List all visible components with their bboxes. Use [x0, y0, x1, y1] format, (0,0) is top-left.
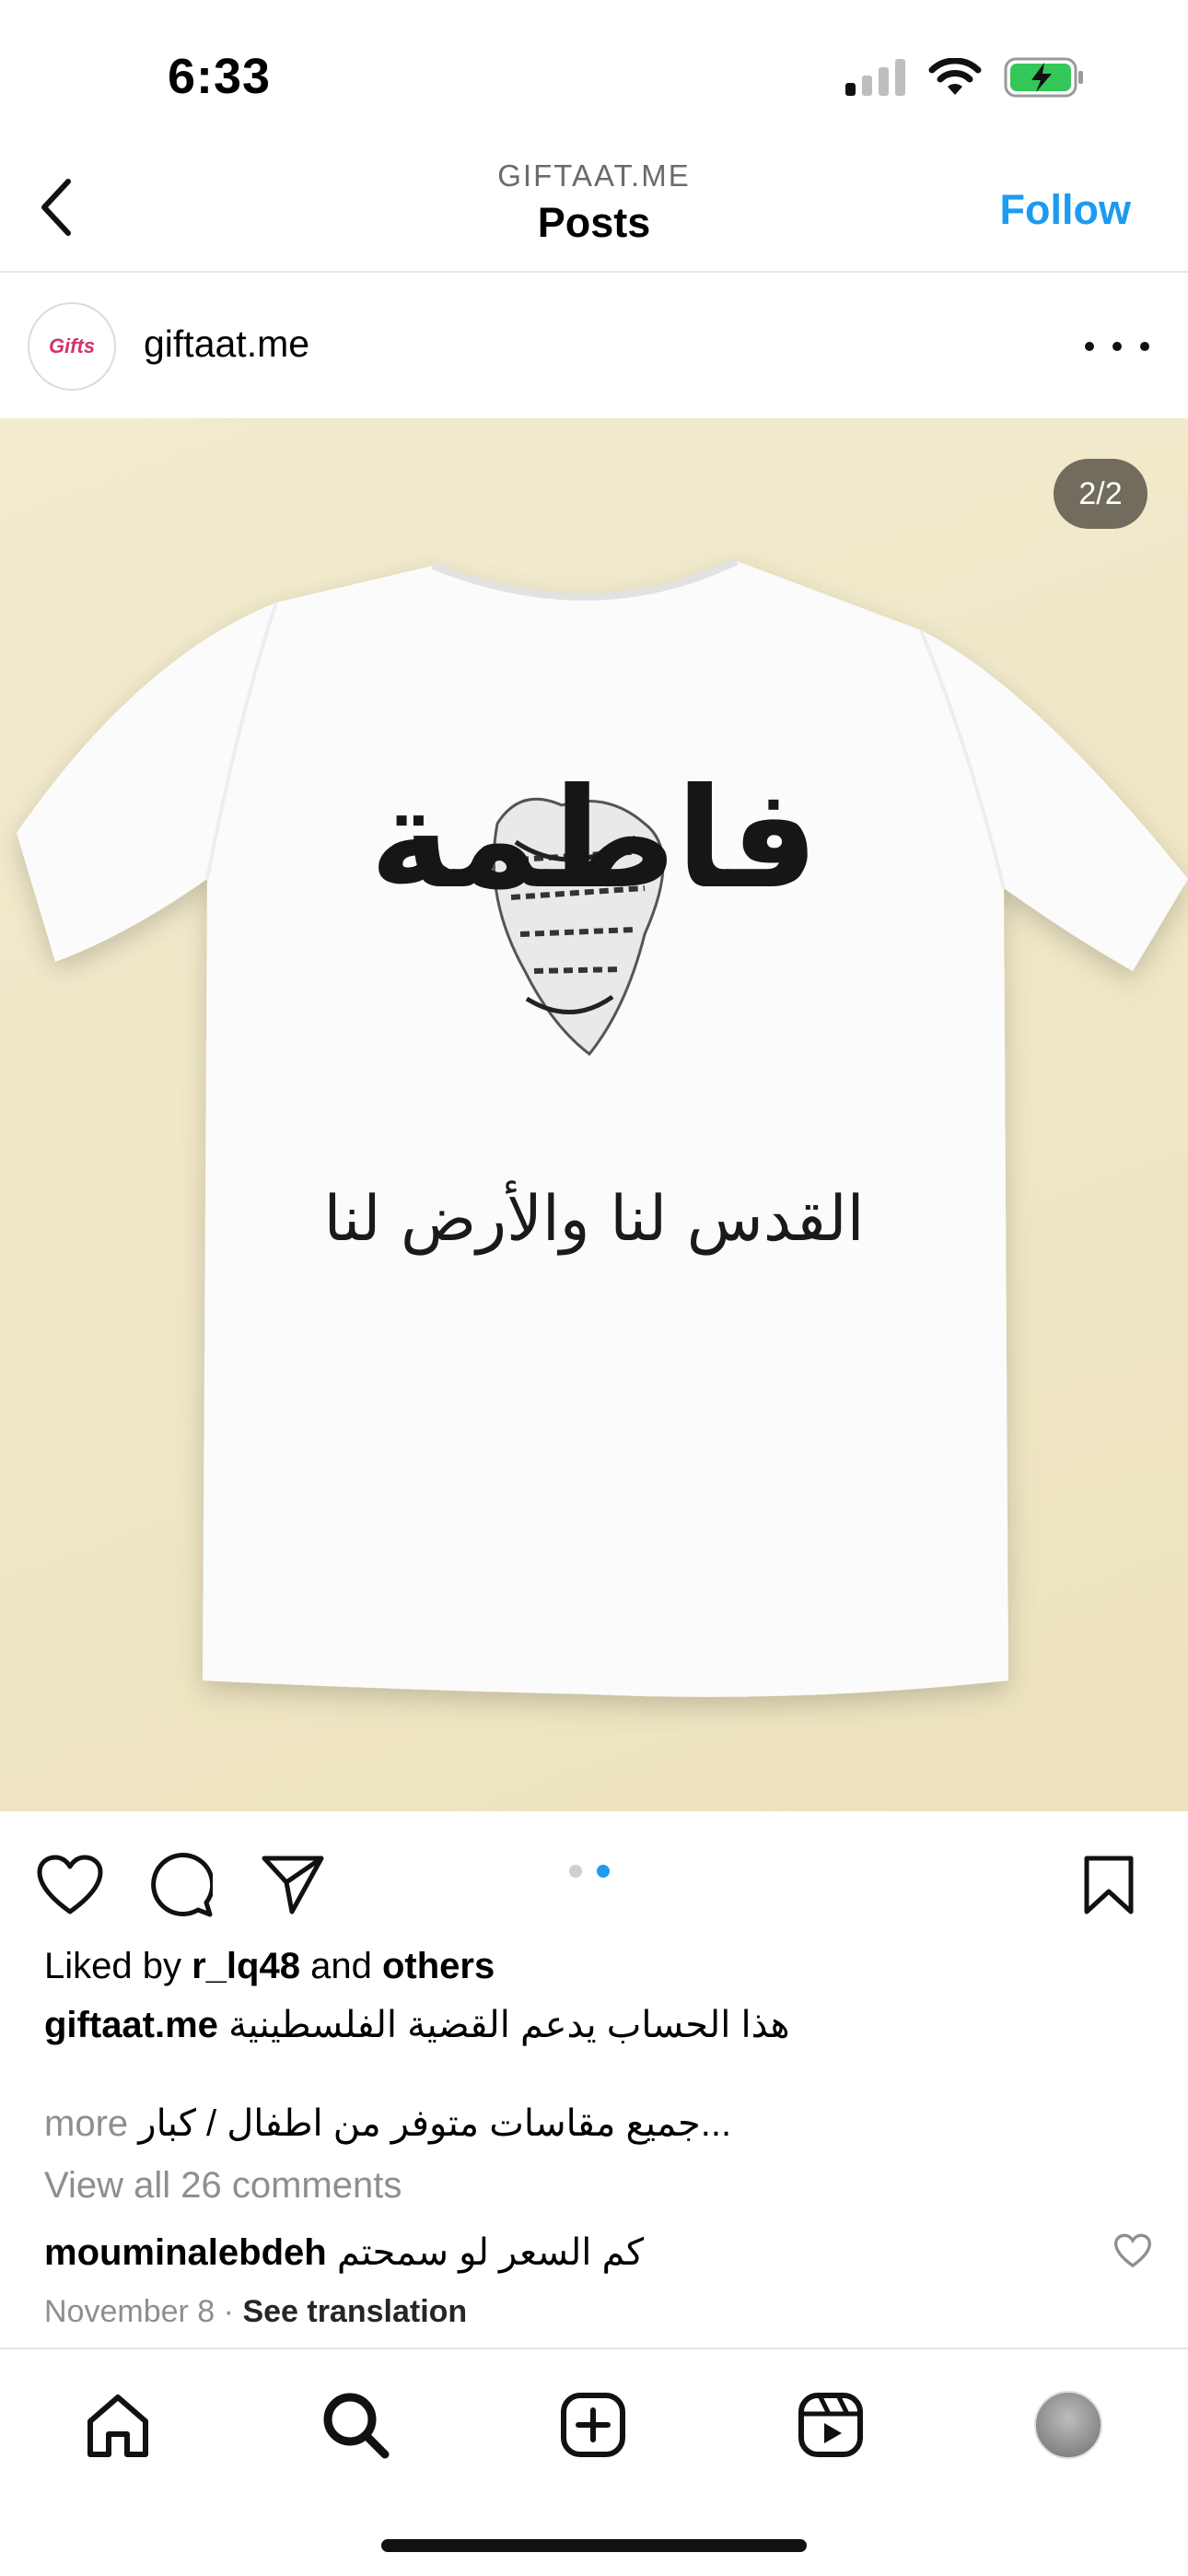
tab-search[interactable]: [317, 2386, 394, 2464]
tab-create[interactable]: [554, 2386, 632, 2464]
bookmark-icon: [1084, 1856, 1134, 1914]
comment-icon: [151, 1853, 213, 1917]
shirt-print-name: فاطمة: [369, 759, 819, 919]
battery-charging-icon: [1004, 57, 1083, 98]
meta-separator: ·: [223, 2294, 234, 2329]
tshirt-illustration: [17, 557, 1188, 1697]
caption-username[interactable]: giftaat.me: [44, 2005, 218, 2045]
send-icon: [262, 1856, 324, 1914]
post-date: November 8: [44, 2294, 215, 2329]
status-bar: 6:33: [0, 0, 1188, 138]
tab-reels[interactable]: [792, 2386, 869, 2464]
carousel-page-badge: 2/2: [1054, 459, 1147, 529]
post-meta: November 8 · See translation: [44, 2294, 467, 2330]
create-post-icon: [561, 2393, 625, 2457]
tab-home[interactable]: [79, 2386, 157, 2464]
comment-button[interactable]: [146, 1850, 215, 1920]
status-time: 6:33: [168, 49, 272, 104]
share-button[interactable]: [258, 1850, 328, 1920]
liked-by-line: Liked by r_lq48 and others: [44, 1946, 495, 1987]
home-indicator: [381, 2539, 807, 2552]
more-dot: [1112, 342, 1122, 351]
avatar-logo-text: Gifts: [48, 334, 96, 357]
caption-more-text: جميع مقاسات متوفر من اطفال / كبار...: [138, 2103, 732, 2144]
liked-and: and: [310, 1946, 372, 1986]
search-icon: [323, 2393, 390, 2459]
more-dot: [1085, 342, 1094, 351]
carousel-dot-active: [597, 1865, 610, 1878]
comment-like-button[interactable]: [1113, 2233, 1152, 2270]
caption-text: هذا الحساب يدعم القضية الفلسطينية: [228, 2005, 790, 2045]
navigation-header: GIFTAAT.ME Posts Follow: [0, 138, 1188, 273]
view-all-comments-link[interactable]: View all 26 comments: [44, 2165, 402, 2207]
liked-others[interactable]: others: [382, 1946, 495, 1986]
follow-button[interactable]: Follow: [1000, 186, 1131, 234]
tab-profile[interactable]: [1030, 2386, 1107, 2464]
liked-user[interactable]: r_lq48: [192, 1946, 300, 1986]
see-translation-link[interactable]: See translation: [242, 2294, 467, 2329]
post-image[interactable]: فاطمة القدس لنا والأرض لنا 2/2: [0, 418, 1188, 1811]
more-dot: [1140, 342, 1149, 351]
carousel-indicator: [569, 1865, 610, 1878]
like-button[interactable]: [35, 1850, 105, 1920]
home-icon: [87, 2395, 148, 2457]
profile-avatar: [1034, 2391, 1102, 2459]
reels-icon: [798, 2393, 863, 2457]
avatar[interactable]: Gifts: [28, 302, 116, 391]
more-link[interactable]: more: [44, 2103, 128, 2144]
liked-prefix: Liked by: [44, 1946, 181, 1986]
comment-row: mouminalebdeh كم السعر لو سمحتم: [44, 2231, 644, 2274]
carousel-dot: [569, 1865, 582, 1878]
more-options-button[interactable]: [1085, 328, 1149, 365]
caption-continuation: more جميع مقاسات متوفر من اطفال / كبار..…: [44, 2102, 731, 2145]
post-username[interactable]: giftaat.me: [144, 322, 309, 366]
status-icons: [845, 57, 1085, 98]
heart-icon: [37, 1855, 103, 1914]
save-button[interactable]: [1074, 1850, 1144, 1920]
comment-text: كم السعر لو سمحتم: [336, 2232, 645, 2273]
post-actions: [0, 1811, 1188, 1950]
heart-icon: [1113, 2233, 1152, 2268]
caption: giftaat.me هذا الحساب يدعم القضية الفلسط…: [44, 2004, 790, 2046]
post-header: Gifts giftaat.me: [0, 275, 1188, 418]
comment-username[interactable]: mouminalebdeh: [44, 2232, 327, 2273]
shirt-print-slogan: القدس لنا والأرض لنا: [323, 1183, 865, 1256]
cellular-signal-icon: [845, 59, 905, 96]
wifi-icon: [928, 58, 982, 95]
